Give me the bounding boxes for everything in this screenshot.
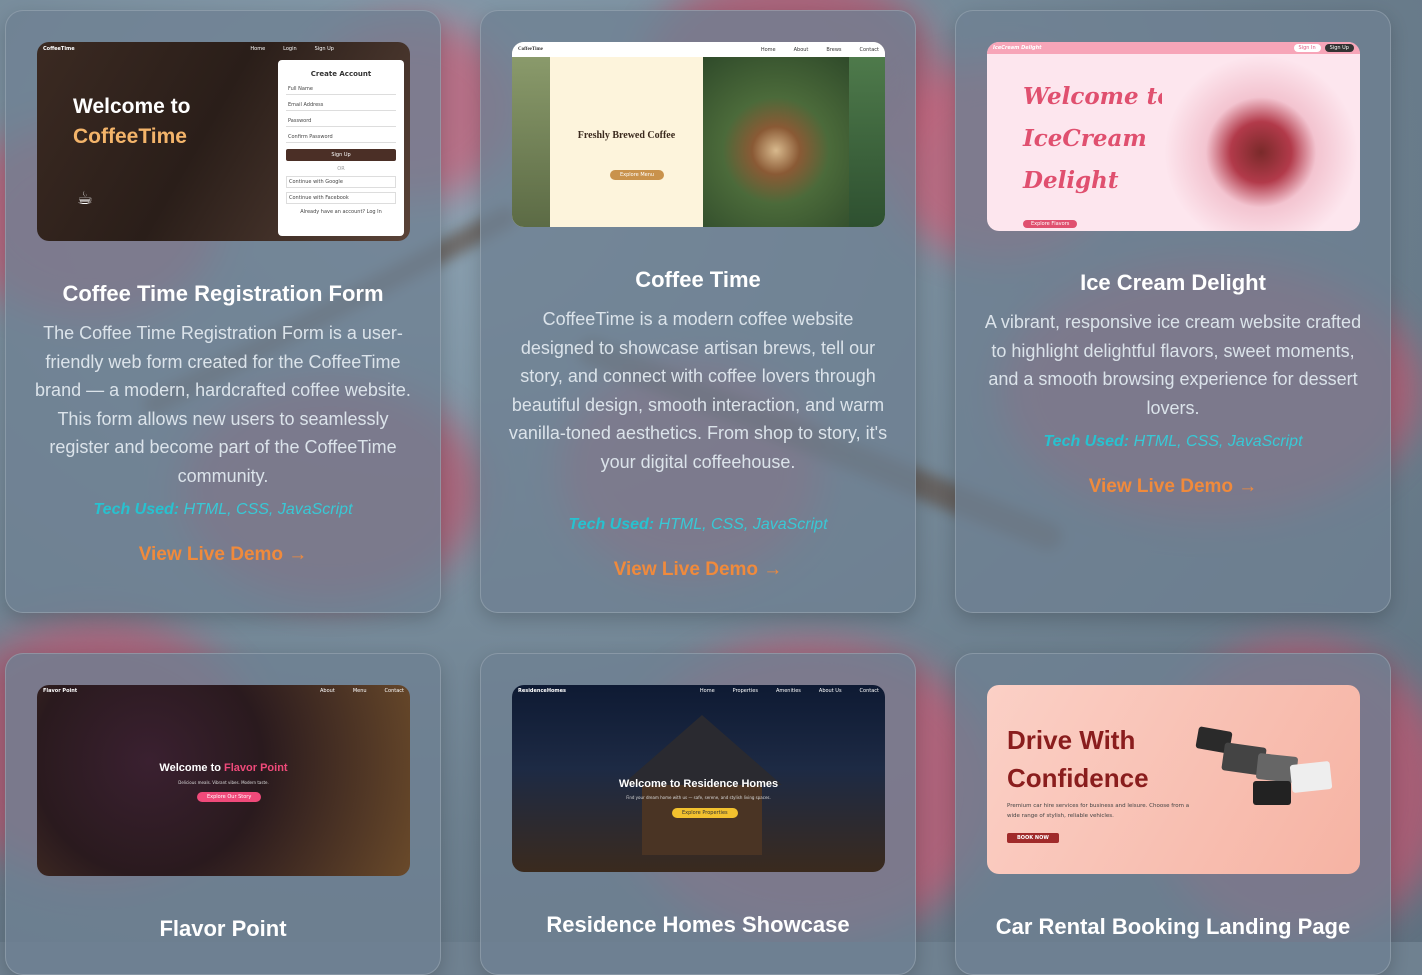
project-card-coffee-registration: CoffeeTime Home Login Sign Up Welcome to… [5,10,441,613]
project-description: CoffeeTime is a modern coffee website de… [508,309,888,472]
thumb-explore-button: Explore Our Story [197,792,262,802]
thumb-nav-home: Home [699,688,715,694]
thumb-login-prompt: Already have an account? Log In [300,209,382,215]
thumb-welcome: Welcome to Flavor Point [37,762,410,774]
thumb-hero-line1: Welcome to [73,95,191,118]
project-description: A vibrant, responsive ice cream website … [984,312,1362,418]
thumb-signup: Sign Up [1324,44,1354,52]
thumb-heading: Welcome to Residence Homes [618,778,779,790]
thumb-nav-login: Login [283,46,297,52]
project-thumbnail[interactable]: IceCream Delight Sign In Sign Up Welcome… [987,42,1360,231]
project-card-flavor-point: Flavor Point About Menu Contact Welcome … [5,653,441,975]
thumb-hero-line1: Drive With [1007,725,1136,755]
thumb-subtitle: Find your dream home with us — safe, ser… [626,795,771,800]
thumb-nav-contact: Contact [859,688,879,694]
project-title: Flavor Point [159,916,287,941]
thumb-brand: CoffeeTime [518,47,543,52]
view-live-demo-link[interactable]: View Live Demo → [481,559,915,581]
thumb-nav-amenities: Amenities [775,688,801,694]
tech-used: Tech Used: HTML, CSS, JavaScript [481,516,915,534]
tech-used: Tech Used: HTML, CSS, JavaScript [6,501,440,519]
thumb-nav-properties: Properties [732,688,758,694]
thumb-nav-home: Home [760,46,776,53]
tech-label: Tech Used: [93,501,180,518]
project-title: Coffee Time [635,267,761,292]
thumb-explore-button: Explore Menu [610,170,665,180]
project-thumbnail[interactable]: CoffeeTime Home About Brews Contact Fres… [512,42,885,227]
project-card-residence-homes: ResidenceHomes Home Properties Amenities… [480,653,916,975]
thumb-brand: ResidenceHomes [518,688,567,694]
thumb-field: Email Address [286,100,396,111]
thumb-explore-button: Explore Flavors [1023,220,1078,228]
project-thumbnail[interactable]: Drive With Confidence Premium car hire s… [987,685,1360,874]
thumb-subtitle: Premium car hire services for business a… [1007,803,1190,819]
thumb-explore-button: Explore Properties [672,808,738,818]
thumb-hero-line3: Delight [1023,167,1119,194]
thumb-hero-line2: IceCream [1023,125,1147,152]
thumb-hero-line1: Welcome to [1023,83,1173,110]
tech-used: Tech Used: HTML, CSS, JavaScript [956,433,1390,451]
thumb-nav-contact: Contact [859,46,879,53]
tech-value: HTML, CSS, JavaScript [1129,433,1303,450]
project-thumbnail[interactable]: Flavor Point About Menu Contact Welcome … [37,685,410,876]
ice-cream-image [1162,56,1360,231]
project-thumbnail[interactable]: ResidenceHomes Home Properties Amenities… [512,685,885,872]
thumb-nav-contact: Contact [384,688,404,694]
thumb-signup-form: Create Account Full Name Email Address P… [278,60,404,236]
thumb-signin: Sign In [1293,44,1321,52]
project-title: Residence Homes Showcase [546,912,850,937]
thumb-welcome-accent: Flavor Point [224,762,288,774]
project-thumbnail[interactable]: CoffeeTime Home Login Sign Up Welcome to… [37,42,410,241]
thumb-or: OR [337,166,345,172]
thumb-form-title: Create Account [310,70,372,78]
project-title: Ice Cream Delight [1080,270,1266,295]
project-card-coffee-time: CoffeeTime Home About Brews Contact Fres… [480,10,916,613]
project-title: Car Rental Booking Landing Page [995,914,1351,939]
thumb-nav-about: About Us [818,688,842,694]
thumb-brand: Flavor Point [43,688,78,694]
thumb-facebook-button: Continue with Facebook [286,192,396,204]
thumb-hero-line2: Confidence [1007,763,1149,793]
tech-value: HTML, CSS, JavaScript [179,501,353,518]
project-card-car-rental: Drive With Confidence Premium car hire s… [955,653,1391,975]
tech-value: HTML, CSS, JavaScript [654,516,828,533]
thumb-nav-signup: Sign Up [314,46,334,52]
thumb-brand: IceCream Delight [993,45,1042,51]
thumb-welcome-text: Welcome to [159,762,225,774]
thumb-signup-button: Sign Up [286,149,396,161]
house-image [622,715,782,785]
car-gallery-image [1195,726,1347,809]
coffee-cup-icon: ☕ [77,188,94,209]
thumb-brand: CoffeeTime [43,46,75,52]
thumb-field: Password [286,116,396,127]
thumb-hero-line2: CoffeeTime [73,125,187,148]
thumb-nav-about: About [320,688,335,694]
project-title: Coffee Time Registration Form [62,281,384,306]
tech-label: Tech Used: [568,516,655,533]
tech-label: Tech Used: [1043,433,1130,450]
thumb-nav-about: About [793,46,809,53]
thumb-nav-menu: Menu [352,688,367,694]
thumb-field: Confirm Password [286,132,396,143]
project-description: The Coffee Time Registration Form is a u… [35,323,411,486]
thumb-heading: Freshly Brewed Coffee [577,130,676,141]
thumb-nav-home: Home [250,46,266,52]
view-live-demo-link[interactable]: View Live Demo → [6,544,440,566]
project-card-ice-cream: IceCream Delight Sign In Sign Up Welcome… [955,10,1391,613]
thumb-subtitle: Delicious meals. Vibrant vibes. Modern t… [178,780,269,785]
view-live-demo-link[interactable]: View Live Demo → [956,476,1390,498]
thumb-google-button: Continue with Google [286,176,396,188]
thumb-book-button: BOOK NOW [1007,833,1059,843]
thumb-nav-brews: Brews [826,46,842,53]
thumb-field: Full Name [286,84,396,95]
